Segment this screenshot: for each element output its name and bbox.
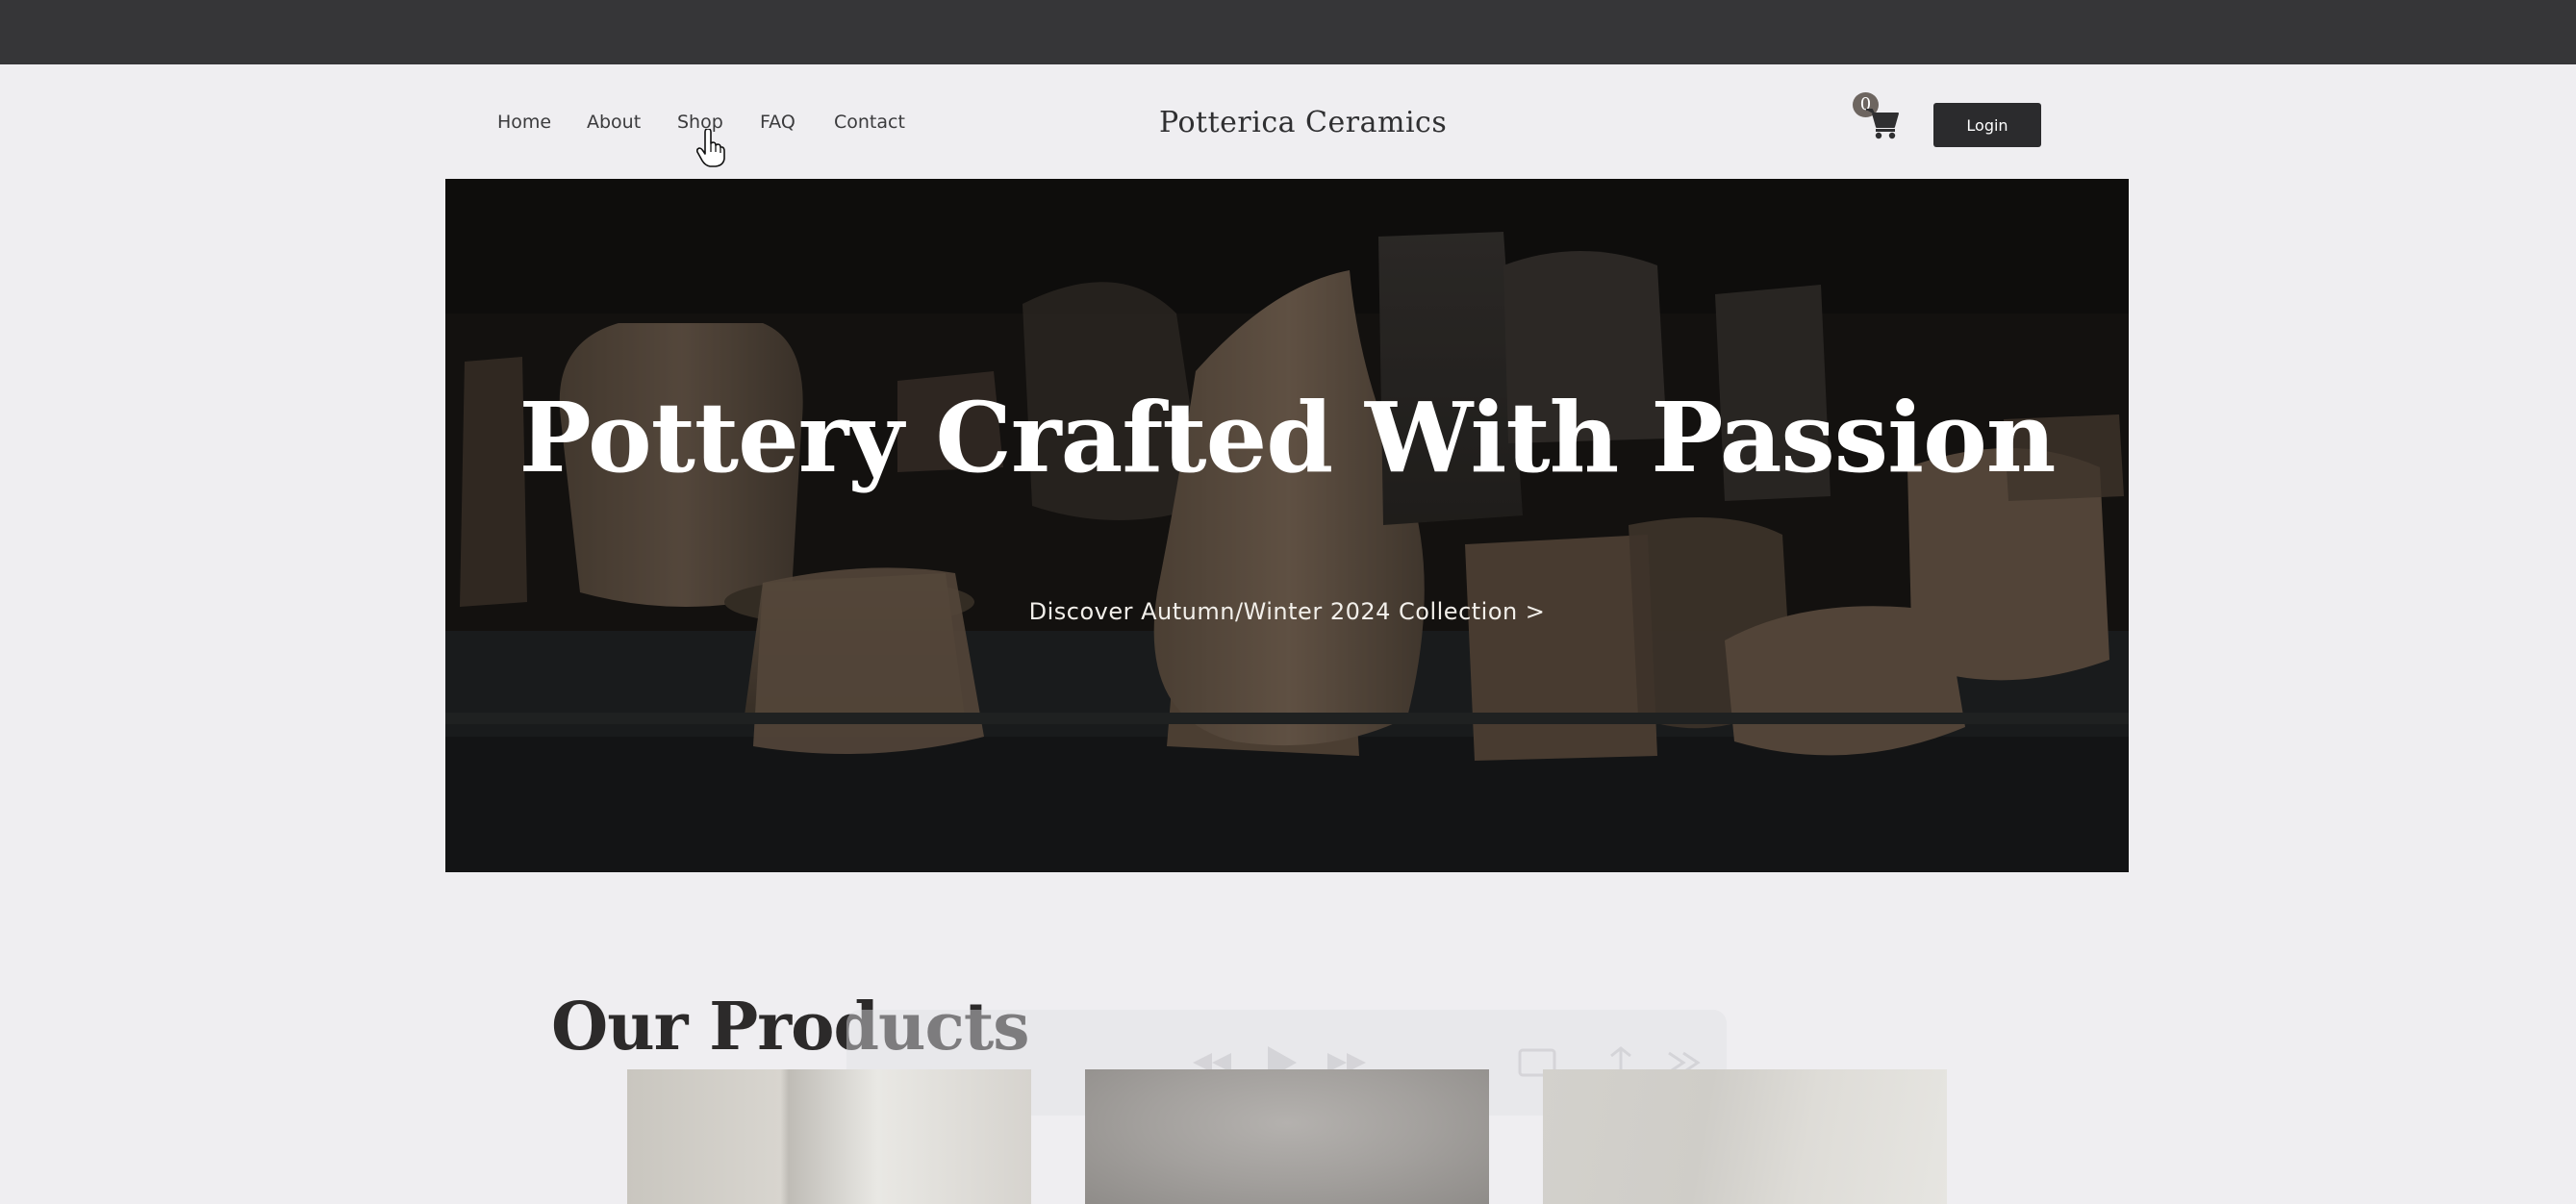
brand-logo[interactable]: Potterica Ceramics [1159, 106, 1447, 139]
product-card-2[interactable] [1085, 1069, 1489, 1204]
hero-overlay [445, 179, 2129, 872]
nav-home-link[interactable]: Home [497, 112, 551, 133]
chevron-right-icon: > [1525, 598, 1546, 625]
login-button[interactable]: Login [1933, 103, 2041, 147]
product-card-1[interactable] [627, 1069, 1031, 1204]
shopping-cart-icon [1864, 106, 1901, 145]
nav-shop-link[interactable]: Shop [677, 112, 723, 133]
hero-banner: Pottery Crafted With Passion Discover Au… [445, 179, 2129, 872]
product-card-3[interactable] [1543, 1069, 1947, 1204]
hero-title: Pottery Crafted With Passion [518, 381, 2057, 494]
cart-button[interactable]: 0 [1849, 92, 1903, 146]
nav-faq-link[interactable]: FAQ [760, 112, 796, 133]
collection-link-text: Discover Autumn/Winter 2024 Collection [1028, 598, 1518, 625]
collection-link[interactable]: Discover Autumn/Winter 2024 Collection > [445, 598, 2129, 625]
nav-contact-link[interactable]: Contact [834, 112, 905, 133]
browser-top-bar [0, 0, 2576, 64]
nav-about-link[interactable]: About [587, 112, 641, 133]
